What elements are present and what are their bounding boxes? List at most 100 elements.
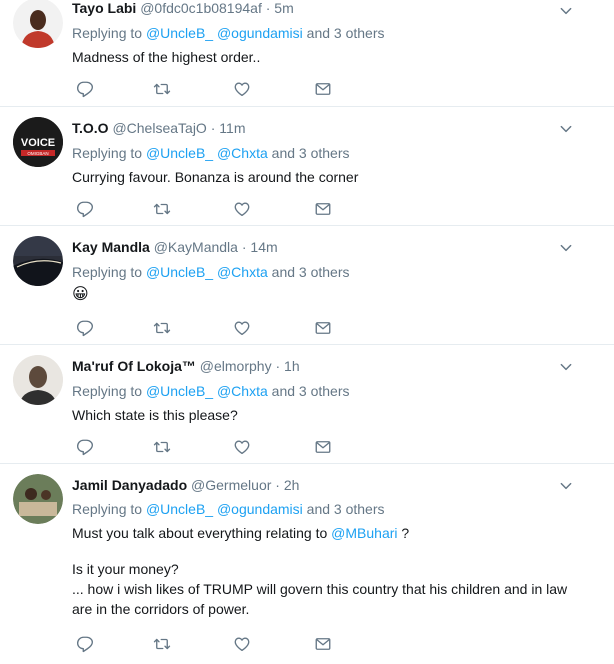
retweet-icon — [153, 200, 171, 218]
retweet-icon — [153, 438, 171, 456]
avatar-logo-subtext: OMIGBAN — [27, 151, 48, 156]
timestamp[interactable]: 11m — [219, 120, 245, 136]
retweet-icon — [153, 80, 171, 98]
mention-link[interactable]: @Chxta — [217, 264, 268, 280]
replying-to-label: Replying to — [72, 25, 143, 41]
avatar[interactable] — [13, 355, 63, 405]
direct-message-button[interactable] — [313, 318, 333, 338]
mention-link[interactable]: @Chxta — [217, 383, 268, 399]
others-link[interactable]: and 3 others — [307, 25, 385, 41]
direct-message-button[interactable] — [313, 79, 333, 99]
reply-button[interactable] — [75, 318, 95, 338]
separator-dot: · — [275, 358, 281, 374]
mention-link[interactable]: @UncleB_ — [146, 145, 213, 161]
direct-message-button[interactable] — [313, 437, 333, 457]
replying-to-label: Replying to — [72, 501, 143, 517]
tweet[interactable]: VOICE OMIGBAN T.O.O @ChelseaTajO · 11m R… — [0, 107, 614, 226]
tweet-header: T.O.O @ChelseaTajO · 11m — [72, 120, 245, 136]
others-link[interactable]: and 3 others — [307, 501, 385, 517]
tweet-text: Must you talk about everything relating … — [72, 523, 577, 619]
display-name[interactable]: Kay Mandla — [72, 239, 150, 255]
timestamp[interactable]: 1h — [284, 358, 300, 374]
replying-to: Replying to @UncleB_ @ogundamisi and 3 o… — [72, 501, 385, 517]
tweet-actions — [72, 199, 352, 219]
tweet-actions — [72, 437, 352, 457]
retweet-button[interactable] — [152, 199, 172, 219]
separator-dot: · — [241, 239, 247, 255]
like-button[interactable] — [232, 318, 252, 338]
tweet[interactable]: Kay Mandla @KayMandla · 14m Replying to … — [0, 226, 614, 345]
user-handle[interactable]: @KayMandla — [154, 239, 238, 255]
tweet[interactable]: Tayo Labi @0fdc0c1b08194af · 5m Replying… — [0, 0, 614, 107]
chevron-down-icon[interactable] — [558, 478, 574, 494]
mention-link[interactable]: @Chxta — [217, 145, 268, 161]
display-name[interactable]: Ma'ruf Of Lokoja™ — [72, 358, 196, 374]
avatar[interactable] — [13, 0, 63, 48]
mention-link[interactable]: @UncleB_ — [146, 264, 213, 280]
user-handle[interactable]: @elmorphy — [200, 358, 272, 374]
envelope-icon — [314, 200, 332, 218]
display-name[interactable]: Tayo Labi — [72, 0, 136, 16]
mention-link[interactable]: @MBuhari — [331, 525, 397, 541]
text-segment: Must you talk about everything relating … — [72, 525, 328, 541]
tweet[interactable]: Jamil Danyadado @Germeluor · 2h Replying… — [0, 464, 614, 664]
tweet[interactable]: Ma'ruf Of Lokoja™ @elmorphy · 1h Replyin… — [0, 345, 614, 464]
heart-icon — [233, 200, 251, 218]
others-link[interactable]: and 3 others — [272, 264, 350, 280]
separator-dot: · — [275, 477, 280, 493]
others-link[interactable]: and 3 others — [272, 383, 350, 399]
tweet-text-line: Is it your money? — [72, 561, 179, 577]
avatar[interactable] — [13, 474, 63, 524]
tweet-header: Jamil Danyadado @Germeluor · 2h — [72, 477, 299, 493]
user-handle[interactable]: @ChelseaTajO — [112, 120, 206, 136]
user-handle[interactable]: @0fdc0c1b08194af — [140, 0, 262, 16]
user-handle[interactable]: @Germeluor — [191, 477, 271, 493]
replying-to-label: Replying to — [72, 264, 143, 280]
like-button[interactable] — [232, 437, 252, 457]
mention-link[interactable]: @ogundamisi — [217, 25, 303, 41]
chevron-down-icon[interactable] — [558, 359, 574, 375]
reply-icon — [76, 319, 94, 337]
display-name[interactable]: Jamil Danyadado — [72, 477, 187, 493]
reply-icon — [76, 635, 94, 653]
tweet-text-line: are in the corridors of power. — [72, 601, 250, 617]
mention-link[interactable]: @UncleB_ — [146, 25, 213, 41]
heart-icon — [233, 80, 251, 98]
avatar[interactable]: VOICE OMIGBAN — [13, 117, 63, 167]
others-link[interactable]: and 3 others — [272, 145, 350, 161]
heart-icon — [233, 438, 251, 456]
mention-link[interactable]: @UncleB_ — [146, 501, 213, 517]
direct-message-button[interactable] — [313, 199, 333, 219]
heart-icon — [233, 635, 251, 653]
avatar[interactable] — [13, 236, 63, 286]
timestamp[interactable]: 5m — [274, 0, 293, 16]
like-button[interactable] — [232, 79, 252, 99]
reply-button[interactable] — [75, 437, 95, 457]
retweet-button[interactable] — [152, 318, 172, 338]
mention-link[interactable]: @ogundamisi — [217, 501, 303, 517]
avatar-logo-text: VOICE — [21, 137, 55, 149]
like-button[interactable] — [232, 634, 252, 654]
like-button[interactable] — [232, 199, 252, 219]
retweet-button[interactable] — [152, 634, 172, 654]
tweet-text: Which state is this please? — [72, 407, 238, 423]
direct-message-button[interactable] — [313, 634, 333, 654]
display-name[interactable]: T.O.O — [72, 120, 109, 136]
tweet-text-line: ... how i wish likes of TRUMP will gover… — [72, 581, 568, 597]
envelope-icon — [314, 80, 332, 98]
reply-button[interactable] — [75, 634, 95, 654]
chevron-down-icon[interactable] — [558, 240, 574, 256]
replying-to: Replying to @UncleB_ @Chxta and 3 others — [72, 264, 350, 280]
mention-link[interactable]: @UncleB_ — [146, 383, 213, 399]
tweet-actions — [72, 318, 352, 338]
retweet-button[interactable] — [152, 79, 172, 99]
chevron-down-icon[interactable] — [558, 121, 574, 137]
retweet-button[interactable] — [152, 437, 172, 457]
timestamp[interactable]: 2h — [284, 477, 300, 493]
reply-icon — [76, 80, 94, 98]
chevron-down-icon[interactable] — [558, 3, 574, 19]
timestamp[interactable]: 14m — [250, 239, 277, 255]
reply-button[interactable] — [75, 79, 95, 99]
separator-dot: · — [210, 120, 216, 136]
reply-button[interactable] — [75, 199, 95, 219]
